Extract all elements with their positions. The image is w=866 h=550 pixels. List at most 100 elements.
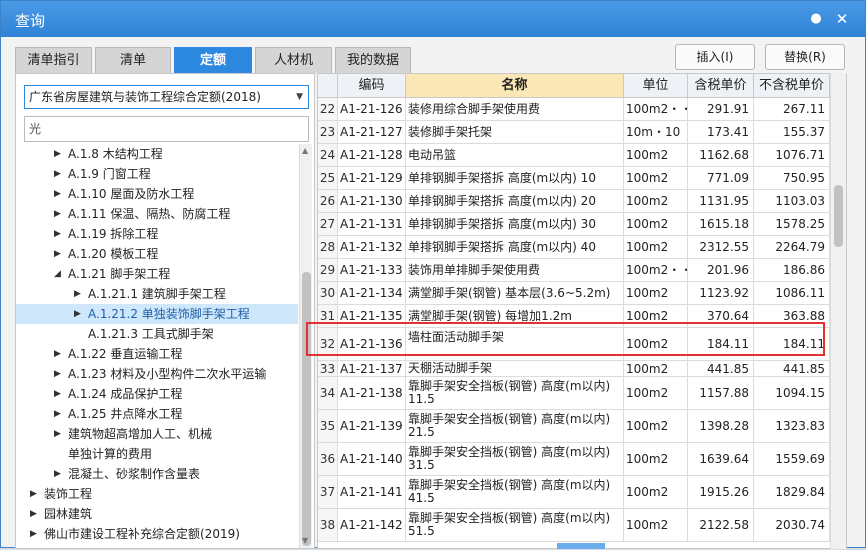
col-header-code[interactable]: 编码 bbox=[338, 74, 406, 98]
table-scrollbar[interactable] bbox=[830, 73, 846, 549]
tree-node[interactable]: ▶ A.1.25 井点降水工程 bbox=[16, 404, 298, 424]
table-row[interactable]: 31 A1-21-135 满堂脚手架(钢管) 每增加1.2m 100m2 370.64 3… bbox=[318, 305, 830, 328]
search-input[interactable]: 光 bbox=[24, 116, 309, 142]
table-row[interactable]: 24 A1-21-128 电动吊篮 100m2 1162.68 1076.71 bbox=[318, 144, 830, 167]
col-header-name[interactable]: 名称 bbox=[406, 74, 624, 98]
expand-icon[interactable]: ▶ bbox=[30, 484, 37, 504]
table-row[interactable]: 28 A1-21-132 单排钢脚手架搭拆 高度(m以内) 40 100m2 2312.… bbox=[318, 236, 830, 259]
expand-icon[interactable]: ▶ bbox=[54, 424, 61, 444]
table-row[interactable]: 33 A1-21-137 天棚活动脚手架 100m2 441.85 441.85 bbox=[318, 361, 830, 377]
table-row[interactable]: 26 A1-21-130 单排钢脚手架搭拆 高度(m以内) 20 100m2 1131.… bbox=[318, 190, 830, 213]
tree-node[interactable]: ▶ A.1.23 材料及小型构件二次水平运输 bbox=[16, 364, 298, 384]
tree-node[interactable]: ▶ A.1.22 垂直运输工程 bbox=[16, 344, 298, 364]
table-row[interactable]: 27 A1-21-131 单排钢脚手架搭拆 高度(m以内) 30 100m2 1615.… bbox=[318, 213, 830, 236]
cell-name: 满堂脚手架(钢管) 基本层(3.6~5.2m) bbox=[406, 282, 624, 304]
tree-node[interactable]: ▶ 装饰工程 bbox=[16, 484, 298, 504]
cell-tax-price: 1639.64 bbox=[688, 443, 754, 475]
close-icon[interactable]: ✕ bbox=[835, 12, 849, 27]
table-row[interactable]: 22A1-21-126装修用综合脚手架使用费100m2・・・291.91267.… bbox=[318, 98, 830, 121]
expand-icon[interactable]: ▶ bbox=[30, 524, 37, 544]
expand-icon[interactable]: ▶ bbox=[74, 304, 81, 324]
tree-node[interactable]: 单独计算的费用 bbox=[16, 444, 298, 464]
expand-icon[interactable]: ▶ bbox=[54, 384, 61, 404]
expand-icon[interactable]: ▶ bbox=[74, 284, 81, 304]
tab-list-guide[interactable]: 清单指引 bbox=[15, 47, 92, 73]
expand-icon[interactable]: ▶ bbox=[54, 244, 61, 264]
tree-node[interactable]: ▶ A.1.10 屋面及防水工程 bbox=[16, 184, 298, 204]
cell-unit: 100m2・・・ bbox=[624, 98, 688, 120]
insert-button[interactable]: 插入(I) bbox=[675, 44, 755, 70]
tree-node[interactable]: ▶ A.1.8 木结构工程 bbox=[16, 144, 298, 164]
row-number: 34 bbox=[318, 377, 338, 409]
expand-icon[interactable]: ▶ bbox=[54, 464, 61, 484]
tab-labor-material-machine[interactable]: 人材机 bbox=[255, 47, 332, 73]
table-row[interactable]: 32 A1-21-136 墙柱面活动脚手架 100m2 184.11 184.11 bbox=[318, 328, 830, 361]
table-row[interactable]: 36 A1-21-140 靠脚手架安全挡板(钢管) 高度(m以内) 31.5 100m… bbox=[318, 443, 830, 476]
expand-icon[interactable]: ▶ bbox=[54, 144, 61, 164]
expand-icon[interactable]: ▶ bbox=[54, 224, 61, 244]
tree-node[interactable]: ▶ A.1.21.1 建筑脚手架工程 bbox=[16, 284, 298, 304]
table-row[interactable]: 38 A1-21-142 靠脚手架安全挡板(钢管) 高度(m以内) 51.5 100m… bbox=[318, 509, 830, 542]
left-pane: 广东省房屋建筑与装饰工程综合定额(2018) ▼ 光 ▶ A.1.8 木结构工程 ▶… bbox=[15, 73, 315, 549]
resize-handle[interactable] bbox=[557, 543, 605, 549]
tree-node-label: 建筑物超高增加人工、机械 bbox=[68, 427, 213, 441]
cell-name: 单排钢脚手架搭拆 高度(m以内) 10 bbox=[406, 167, 624, 189]
cell-notax-price: 1323.83 bbox=[754, 410, 830, 442]
tree-node[interactable]: ▶ A.1.9 门窗工程 bbox=[16, 164, 298, 184]
cell-tax-price: 201.96 bbox=[688, 259, 754, 281]
expand-icon[interactable]: ▶ bbox=[54, 404, 61, 424]
cell-unit: 100m2 bbox=[624, 167, 688, 189]
cell-name: 装修用综合脚手架使用费 bbox=[406, 98, 624, 120]
cell-notax-price: 1086.11 bbox=[754, 282, 830, 304]
scrollbar-thumb[interactable] bbox=[302, 272, 311, 546]
table-row[interactable]: 23A1-21-127装修脚手架托架10m・10天173.41155.37 bbox=[318, 121, 830, 144]
expand-icon[interactable]: ▶ bbox=[54, 184, 61, 204]
tree-node[interactable]: ▶ 佛山市建设工程补充综合定额(2019) bbox=[16, 524, 298, 544]
tree-node[interactable]: ▶ A.1.19 拆除工程 bbox=[16, 224, 298, 244]
table-row[interactable]: 34 A1-21-138 靠脚手架安全挡板(钢管) 高度(m以内) 11.5 100m… bbox=[318, 377, 830, 410]
cell-code: A1-21-142 bbox=[338, 509, 406, 541]
tab-list[interactable]: 清单 bbox=[95, 47, 171, 73]
col-header-unit[interactable]: 单位 bbox=[624, 74, 688, 98]
tree-node[interactable]: ▶ 园林建筑 bbox=[16, 504, 298, 524]
row-number: 24 bbox=[318, 144, 338, 166]
row-number: 33 bbox=[318, 361, 338, 376]
tree-node[interactable]: ▶ 混凝土、砂浆制作含量表 bbox=[16, 464, 298, 484]
title-bar[interactable]: 查询 ● ✕ bbox=[1, 1, 865, 37]
table-row[interactable]: 30 A1-21-134 满堂脚手架(钢管) 基本层(3.6~5.2m) 100m2 1… bbox=[318, 282, 830, 305]
table-row[interactable]: 37 A1-21-141 靠脚手架安全挡板(钢管) 高度(m以内) 41.5 100m… bbox=[318, 476, 830, 509]
tree-node[interactable]: ▶ A.1.21.2 单独装饰脚手架工程 bbox=[16, 304, 298, 324]
table-row[interactable]: 25 A1-21-129 单排钢脚手架搭拆 高度(m以内) 10 100m2 771.0… bbox=[318, 167, 830, 190]
cell-notax-price: 184.11 bbox=[754, 328, 830, 360]
scroll-up-icon[interactable]: ▲ bbox=[302, 146, 308, 155]
quota-library-select[interactable]: 广东省房屋建筑与装饰工程综合定额(2018) ▼ bbox=[24, 85, 309, 109]
replace-button[interactable]: 替换(R) bbox=[765, 44, 845, 70]
cell-tax-price: 2122.58 bbox=[688, 509, 754, 541]
tree-scrollbar[interactable]: ▲ ▼ bbox=[299, 144, 312, 548]
expand-icon[interactable]: ▶ bbox=[54, 344, 61, 364]
cell-code: A1-21-130 bbox=[338, 190, 406, 212]
collapse-icon[interactable]: ◢ bbox=[54, 264, 61, 284]
col-header-tax-price[interactable]: 含税单价 bbox=[688, 74, 754, 98]
tree-node[interactable]: A.1.21.3 工具式脚手架 bbox=[16, 324, 298, 344]
tree-node[interactable]: ▶ A.1.24 成品保护工程 bbox=[16, 384, 298, 404]
expand-icon[interactable]: ▶ bbox=[30, 504, 37, 524]
scroll-down-icon[interactable]: ▼ bbox=[302, 536, 308, 545]
cell-notax-price: 1103.03 bbox=[754, 190, 830, 212]
tree-node-label: A.1.8 木结构工程 bbox=[68, 147, 163, 161]
tab-my-data[interactable]: 我的数据 bbox=[335, 47, 411, 73]
tree-node[interactable]: ▶ 建筑物超高增加人工、机械 bbox=[16, 424, 298, 444]
tab-quota[interactable]: 定额 bbox=[174, 47, 252, 73]
pin-icon[interactable]: ● bbox=[809, 12, 823, 26]
scrollbar-thumb[interactable] bbox=[834, 185, 843, 247]
chevron-down-icon[interactable]: ▼ bbox=[296, 86, 303, 108]
tree-node[interactable]: ◢ A.1.21 脚手架工程 bbox=[16, 264, 298, 284]
table-row[interactable]: 29A1-21-133装饰用单排脚手架使用费100m2・・・201.96186.… bbox=[318, 259, 830, 282]
table-row[interactable]: 35 A1-21-139 靠脚手架安全挡板(钢管) 高度(m以内) 21.5 100m… bbox=[318, 410, 830, 443]
tree-node[interactable]: ▶ A.1.11 保温、隔热、防腐工程 bbox=[16, 204, 298, 224]
expand-icon[interactable]: ▶ bbox=[54, 204, 61, 224]
expand-icon[interactable]: ▶ bbox=[54, 364, 61, 384]
tree-node[interactable]: ▶ A.1.20 模板工程 bbox=[16, 244, 298, 264]
expand-icon[interactable]: ▶ bbox=[54, 164, 61, 184]
col-header-notax-price[interactable]: 不含税单价 bbox=[754, 74, 830, 98]
